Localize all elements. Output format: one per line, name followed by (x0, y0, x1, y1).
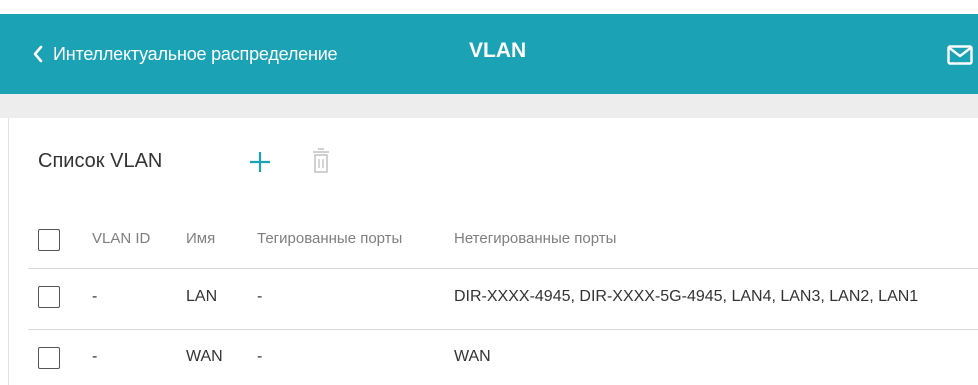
name-cell: LAN (186, 288, 218, 305)
column-tagged-ports: Тегированные порты (257, 230, 403, 247)
select-all-checkbox[interactable] (38, 229, 60, 251)
column-untagged-ports: Нетегированные порты (454, 230, 617, 247)
section-title: Список VLAN (38, 150, 163, 172)
header-bar: Интеллектуальное распределение VLAN (0, 14, 978, 94)
page-title: VLAN (469, 39, 527, 62)
column-name: Имя (186, 230, 216, 247)
chevron-left-icon (33, 45, 43, 63)
mail-icon[interactable] (947, 45, 973, 65)
back-label: Интеллектуальное распределение (53, 43, 338, 64)
separator-band (0, 94, 978, 118)
top-strip (0, 0, 978, 14)
row-checkbox[interactable] (38, 286, 60, 308)
trash-icon (313, 148, 329, 173)
column-vlan-id: VLAN ID (92, 230, 151, 247)
untagged-ports-cell: WAN (454, 348, 491, 365)
untagged-ports-cell: DIR-XXXX-4945, DIR-XXXX-5G-4945, LAN4, L… (454, 288, 919, 305)
tagged-ports-cell: - (257, 288, 263, 305)
vlan-id-cell: - (92, 348, 98, 365)
back-button[interactable]: Интеллектуальное распределение (32, 41, 338, 67)
table-header: VLAN ID Имя Тегированные порты Нетегиров… (28, 220, 978, 269)
table-row[interactable]: - LAN - DIR-XXXX-4945, DIR-XXXX-5G-4945,… (28, 269, 978, 330)
name-cell: WAN (186, 348, 223, 365)
tagged-ports-cell: - (257, 348, 263, 365)
row-checkbox[interactable] (38, 347, 60, 369)
vlan-id-cell: - (92, 288, 98, 305)
table-row[interactable]: - WAN - WAN (28, 330, 978, 385)
plus-icon[interactable] (248, 150, 272, 174)
